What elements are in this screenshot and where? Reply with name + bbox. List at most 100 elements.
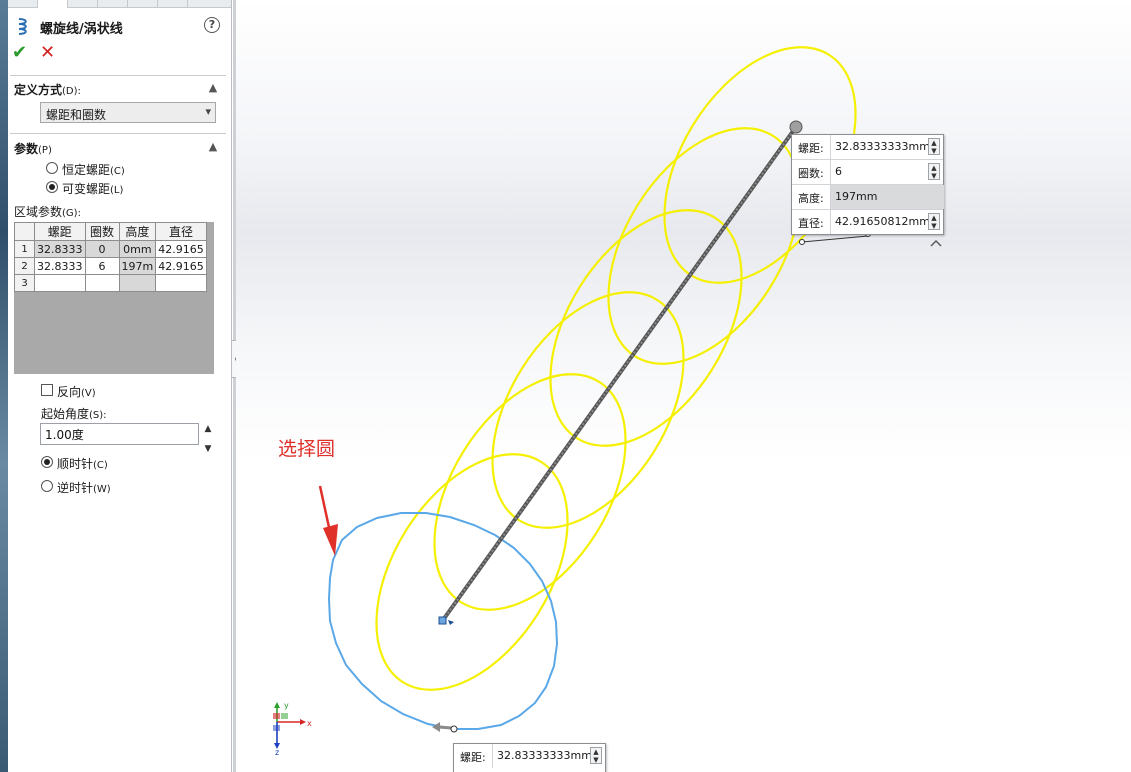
cell-height[interactable] [118, 274, 157, 292]
counterclockwise-label: 逆时针(W) [57, 481, 111, 495]
tab-display-manager[interactable] [128, 0, 158, 8]
helix-icon [18, 18, 27, 35]
divider [10, 75, 226, 76]
cell-turns[interactable]: 0 [84, 240, 120, 258]
column-header-height[interactable]: 高度 [118, 222, 157, 241]
cell-turns[interactable] [84, 274, 120, 292]
cancel-x-icon[interactable]: ✕ [40, 44, 58, 62]
constant-pitch-label: 恒定螺距(C) [62, 163, 125, 177]
helix-preview[interactable]: y x z [236, 0, 1131, 772]
parameters-title-text: 参数 [14, 142, 39, 156]
callout-collapse-icon [930, 240, 942, 247]
column-header-pitch[interactable]: 螺距 [34, 222, 86, 241]
cell-height[interactable]: 197m [118, 257, 157, 275]
variable-pitch-label: 可变螺距(L) [62, 182, 124, 196]
collapse-up-icon[interactable]: ▲ [207, 82, 219, 94]
coordinate-triad [273, 702, 306, 749]
definition-selected-value: 螺距和圈数 [46, 108, 107, 122]
tab-dimxpert-manager[interactable] [98, 0, 128, 8]
drag-arrow-stem [437, 725, 453, 730]
region-parameters-table-area[interactable]: 螺距 圈数 高度 直径 1 32.8333 0 0mm 42.9165 2 32… [14, 222, 214, 374]
chevron-down-icon: ▾ [205, 105, 211, 118]
ok-checkmark-icon[interactable]: ✔ [12, 44, 30, 62]
definition-dropdown[interactable]: 螺距和圈数 ▾ [40, 102, 216, 123]
constant-pitch-radio[interactable] [46, 162, 58, 174]
callout-row-height: 高度: 197mm [792, 185, 944, 210]
tab-configuration-manager[interactable] [68, 0, 98, 8]
column-header-turns[interactable]: 圈数 [84, 222, 120, 241]
parameters-group-title[interactable]: 参数(P) [14, 140, 52, 157]
definition-key: (D): [62, 86, 81, 97]
start-angle-input[interactable] [40, 423, 199, 445]
callout-pitch-field[interactable]: 32.83333333mm [830, 135, 944, 159]
graphics-viewport[interactable]: y x z [236, 0, 1131, 772]
callout-turns-field[interactable]: 6 [830, 160, 944, 184]
divider [10, 133, 226, 134]
feature-title-row: 螺旋线/涡状线 ? [12, 16, 224, 37]
reverse-checkbox[interactable] [41, 384, 53, 396]
callout-pitch-field[interactable]: 32.83333333mm [492, 744, 606, 768]
start-point-handle [438, 616, 447, 625]
annotation-arrow-shaft [318, 485, 332, 533]
clockwise-radio[interactable] [41, 456, 53, 468]
annotation-label: 选择圆 [278, 438, 336, 460]
spinner-icon[interactable]: ▲ ▼ [928, 138, 940, 155]
dimension-callout-bottom: 螺距: 32.83333333mm ▲ ▼ [453, 743, 606, 772]
cell-pitch[interactable]: 32.8333 [34, 240, 86, 258]
definition-group-title[interactable]: 定义方式(D): [14, 81, 81, 98]
region-parameters-table[interactable]: 螺距 圈数 高度 直径 1 32.8333 0 0mm 42.9165 2 32… [14, 222, 207, 292]
spinner-icon[interactable]: ▲ ▼ [928, 163, 940, 180]
feature-title: 螺旋线/涡状线 [40, 22, 123, 37]
cell-pitch[interactable] [34, 274, 86, 292]
cell-height[interactable]: 0mm [118, 240, 157, 258]
spinner-icon[interactable]: ▲ ▼ [590, 747, 602, 764]
callout-label: 螺距: [798, 142, 824, 155]
drag-dot-handle [450, 725, 458, 733]
cell-pitch[interactable]: 32.8333 [34, 257, 86, 275]
callout-label: 高度: [798, 192, 824, 205]
callout-row-pitch[interactable]: 螺距: 32.83333333mm ▲ ▼ [454, 744, 605, 769]
start-arrow-icon [448, 620, 454, 625]
cell-turns[interactable]: 6 [84, 257, 120, 275]
helix-preview-circle [491, 291, 685, 529]
start-angle-spinner[interactable]: ▲ ▼ [203, 424, 213, 454]
callout-diameter-field[interactable]: 42.91650812mm [830, 210, 944, 234]
collapse-up-icon[interactable]: ▲ [207, 141, 219, 153]
callout-row-diameter[interactable]: 直径: 42.91650812mm ▲ ▼ [792, 210, 943, 235]
top-end-handle [789, 120, 803, 134]
callout-height-field: 197mm [830, 185, 944, 209]
callout-leader-dot [799, 239, 805, 245]
manager-tabs [8, 0, 231, 8]
callout-row-pitch[interactable]: 螺距: 32.83333333mm ▲ ▼ [792, 135, 943, 160]
row-number: 3 [14, 274, 35, 292]
spinner-icon[interactable]: ▲ ▼ [928, 213, 940, 230]
tab-scroll-arrows[interactable] [158, 0, 188, 8]
tab-feature-manager[interactable] [8, 0, 38, 8]
reverse-label: 反向(V) [57, 385, 96, 399]
table-row: 1 32.8333 0 0mm 42.9165 [14, 240, 207, 258]
cell-diameter[interactable]: 42.9165 [155, 240, 207, 258]
variable-pitch-radio[interactable] [46, 181, 58, 193]
cell-diameter[interactable] [155, 274, 207, 292]
axis-label-z: z [275, 748, 279, 757]
callout-label: 圈数: [798, 167, 824, 180]
callout-leader-line [801, 235, 869, 243]
column-header-diameter[interactable]: 直径 [155, 222, 207, 241]
counterclockwise-radio[interactable] [41, 480, 53, 492]
axis-label-x: x [307, 719, 312, 728]
annotation-arrow-head [323, 524, 338, 556]
tab-property-manager[interactable] [38, 0, 68, 8]
cell-diameter[interactable]: 42.9165 [155, 257, 207, 275]
region-parameters-label: 区域参数(G): [14, 205, 81, 219]
property-manager-panel: 螺旋线/涡状线 ? ✔ ✕ 定义方式(D): ▲ 螺距和圈数 ▾ 参数(P) ▲… [0, 0, 232, 772]
start-angle-label: 起始角度(S): [41, 407, 107, 421]
help-icon[interactable]: ? [204, 17, 220, 33]
callout-row-turns[interactable]: 圈数: 6 ▲ ▼ [792, 160, 943, 185]
table-row: 2 32.8333 6 197m 42.9165 [14, 257, 207, 275]
callout-label: 直径: [798, 217, 824, 230]
parameters-key: (P) [38, 145, 52, 156]
table-row: 3 [14, 274, 207, 292]
table-header-row: 螺距 圈数 高度 直径 [14, 222, 207, 241]
row-number: 2 [14, 257, 35, 275]
table-corner [14, 222, 35, 241]
